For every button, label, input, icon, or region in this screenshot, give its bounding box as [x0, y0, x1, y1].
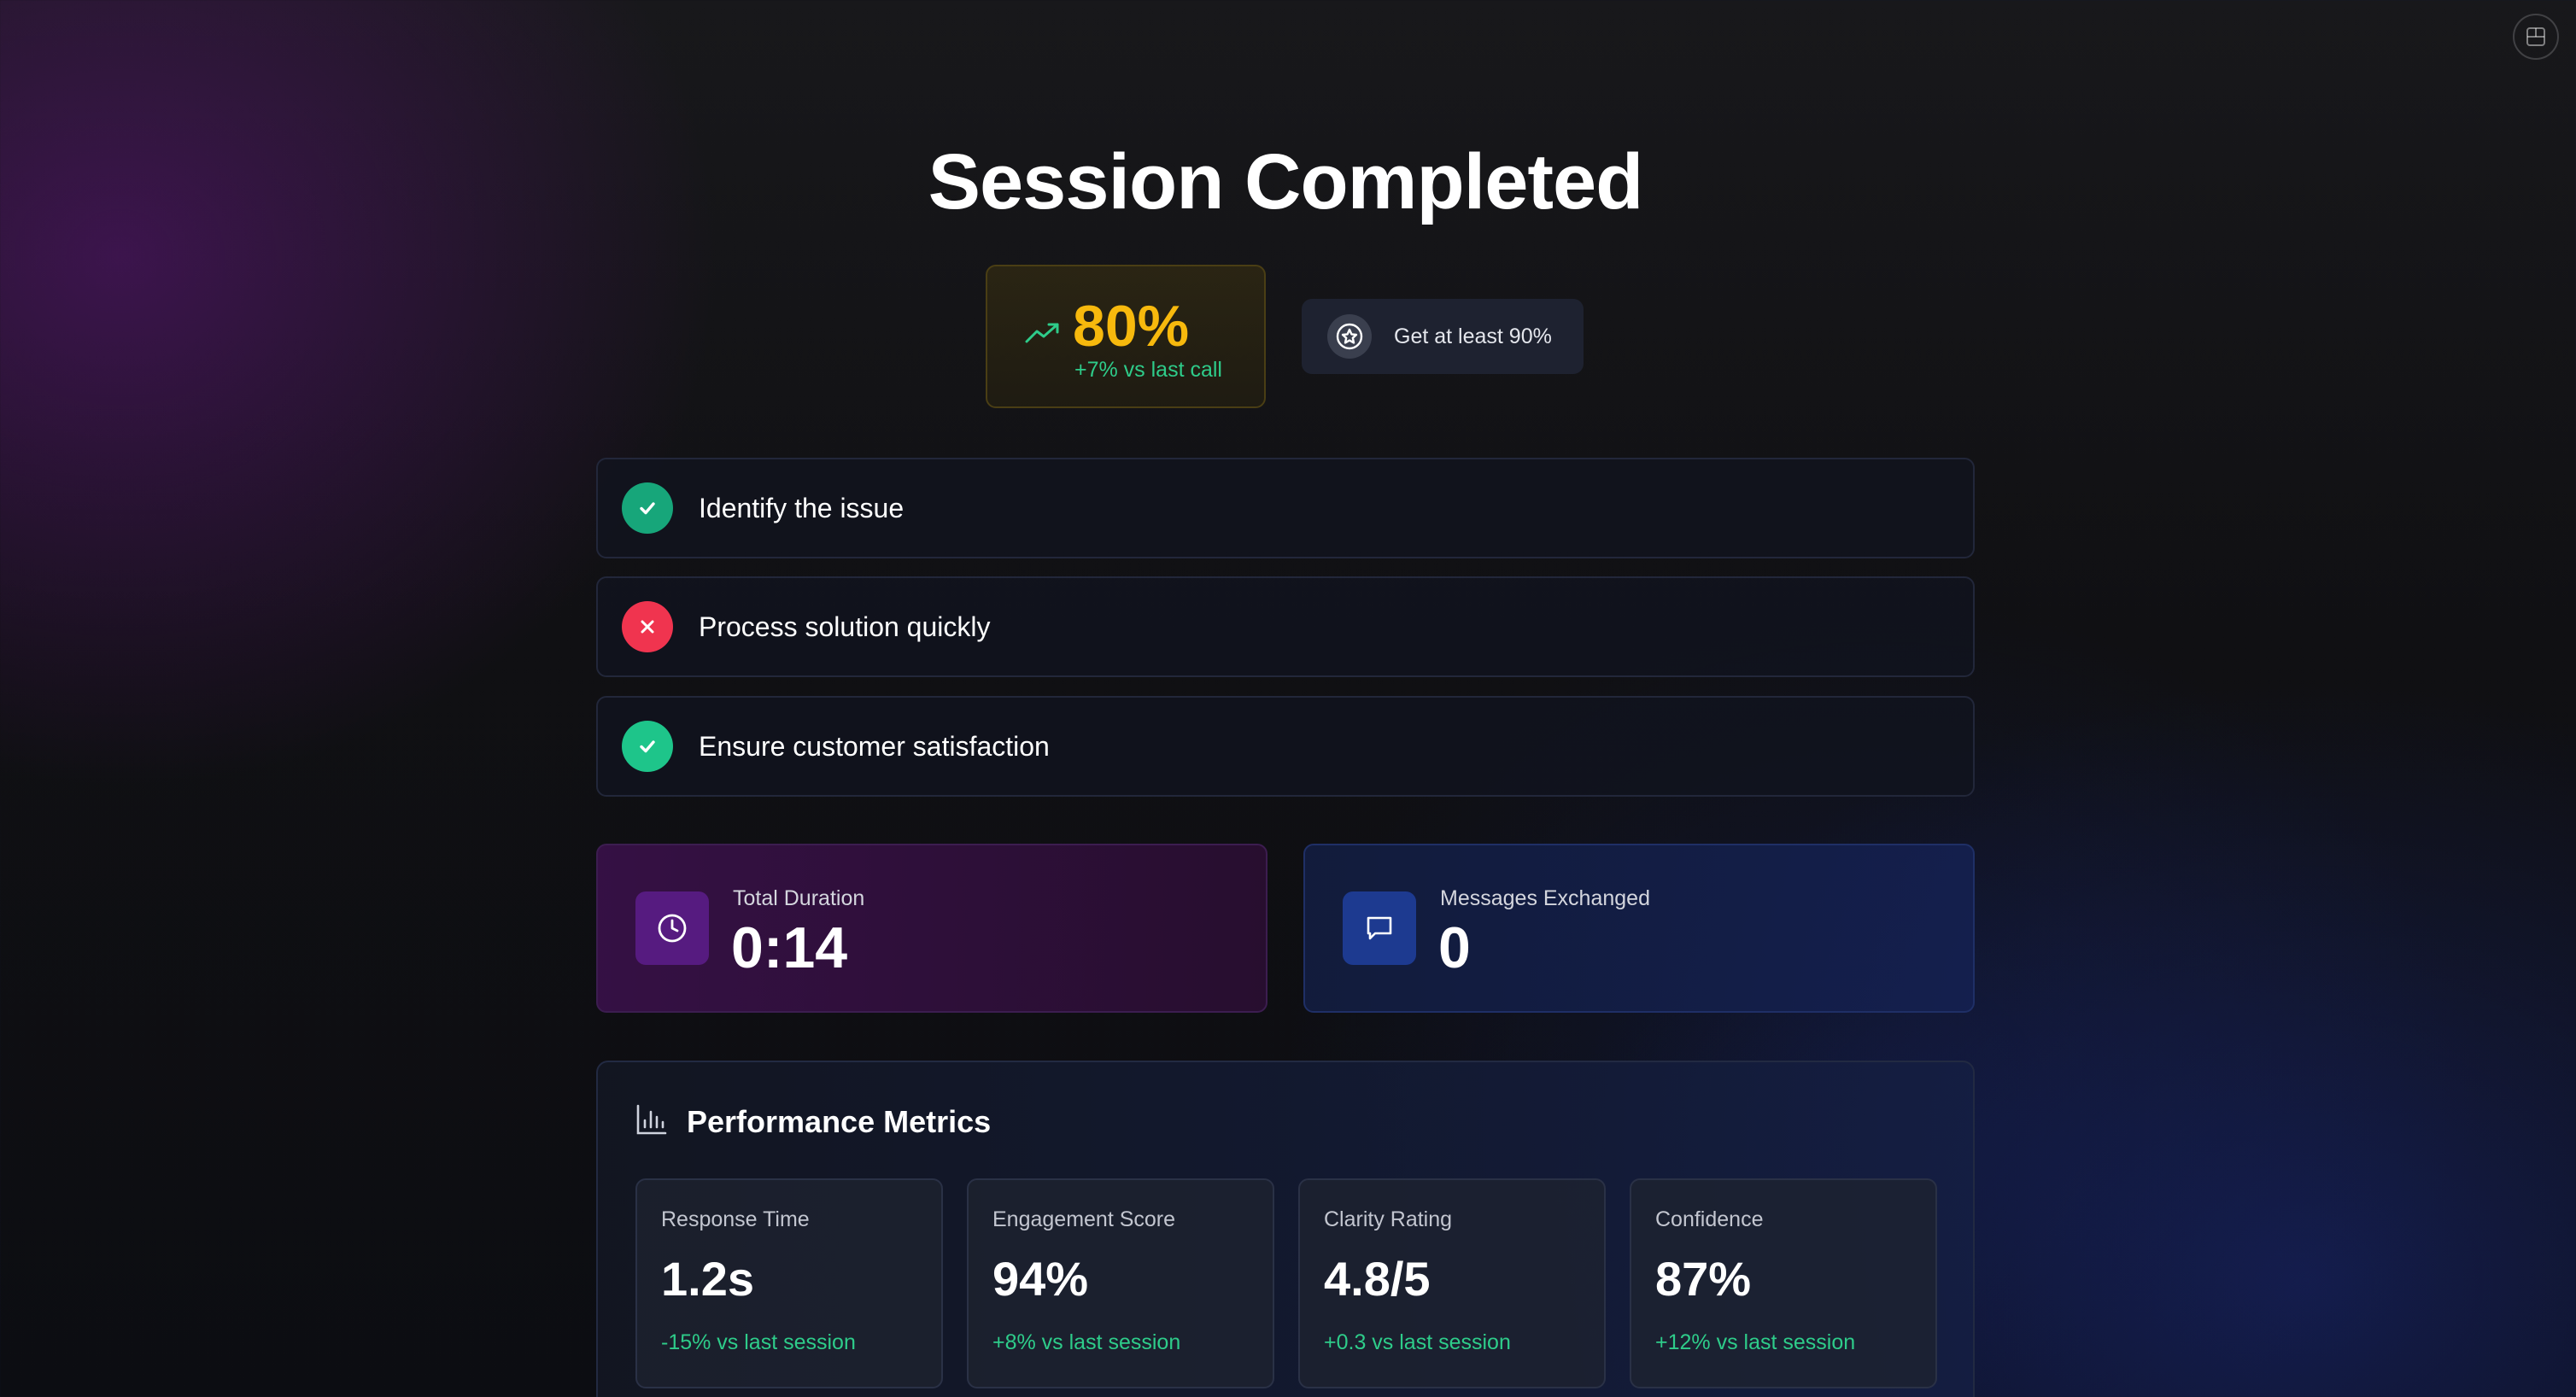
performance-header: Performance Metrics: [635, 1103, 991, 1140]
check-icon: [622, 482, 673, 534]
check-icon: [622, 721, 673, 772]
trending-up-icon: [1025, 321, 1061, 348]
metric-label: Response Time: [661, 1207, 810, 1231]
bar-chart-icon: [635, 1103, 668, 1140]
objective-item: Ensure customer satisfaction: [596, 696, 1975, 797]
section-title: Performance Metrics: [687, 1103, 992, 1139]
metric-label: Clarity Rating: [1324, 1207, 1453, 1231]
metric-card-response-time: Response Time 1.2s -15% vs last session: [635, 1178, 943, 1388]
objective-label: Ensure customer satisfaction: [699, 730, 1050, 762]
metric-delta: +8% vs last session: [992, 1330, 1181, 1354]
metric-value: 1.2s: [661, 1252, 754, 1306]
clock-icon: [635, 891, 709, 965]
stat-value: 0: [1438, 915, 1471, 980]
chat-bubble-icon: [1343, 891, 1416, 965]
metric-card-confidence: Confidence 87% +12% vs last session: [1630, 1178, 1937, 1388]
goal-text: Get at least 90%: [1394, 324, 1552, 348]
stat-label: Total Duration: [733, 886, 865, 910]
objective-item: Identify the issue: [596, 458, 1975, 558]
stat-label: Messages Exchanged: [1440, 886, 1650, 910]
metric-delta: +12% vs last session: [1655, 1330, 1856, 1354]
x-icon: [622, 601, 673, 652]
score-delta: +7% vs last call: [1074, 358, 1222, 382]
metric-value: 4.8/5: [1324, 1252, 1431, 1306]
metric-delta: -15% vs last session: [661, 1330, 856, 1354]
performance-metrics-panel: Performance Metrics Response Time 1.2s -…: [596, 1061, 1975, 1397]
metric-card-engagement-score: Engagement Score 94% +8% vs last session: [967, 1178, 1274, 1388]
panel-toggle-icon[interactable]: [2513, 14, 2559, 60]
metric-label: Engagement Score: [992, 1207, 1176, 1231]
objective-label: Process solution quickly: [699, 611, 991, 642]
messages-exchanged-card: Messages Exchanged 0: [1303, 844, 1975, 1013]
metric-label: Confidence: [1655, 1207, 1764, 1231]
goal-badge: Get at least 90%: [1302, 299, 1584, 374]
metric-card-clarity-rating: Clarity Rating 4.8/5 +0.3 vs last sessio…: [1298, 1178, 1606, 1388]
total-duration-card: Total Duration 0:14: [596, 844, 1268, 1013]
objective-item: Process solution quickly: [596, 576, 1975, 677]
objective-label: Identify the issue: [699, 492, 905, 523]
star-badge-icon: [1327, 314, 1372, 359]
metric-value: 87%: [1655, 1252, 1752, 1306]
score-card: 80% +7% vs last call: [986, 265, 1266, 408]
stat-value: 0:14: [731, 915, 848, 980]
metric-value: 94%: [992, 1252, 1089, 1306]
score-value: 80%: [1073, 294, 1190, 359]
metric-delta: +0.3 vs last session: [1324, 1330, 1511, 1354]
page-title: Session Completed: [928, 138, 1644, 225]
